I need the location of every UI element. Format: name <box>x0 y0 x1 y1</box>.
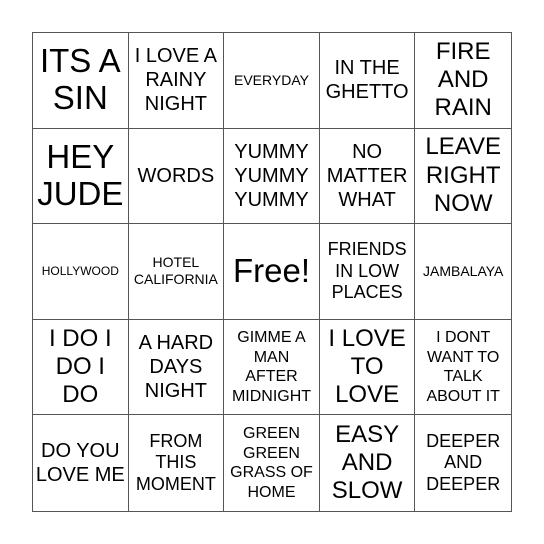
bingo-cell-label: GREEN GREEN GRASS OF HOME <box>230 425 313 501</box>
bingo-cell-label: FROM THIS MOMENT <box>135 430 216 494</box>
bingo-cell[interactable]: I LOVE TO LOVE <box>319 319 416 416</box>
bingo-cell-label: EASY AND SLOW <box>331 420 403 505</box>
bingo-cell[interactable]: IN THE GHETTO <box>319 33 416 129</box>
bingo-cell[interactable]: EASY AND SLOW <box>320 415 416 511</box>
bingo-cell[interactable]: LEAVE RIGHT NOW <box>415 129 511 225</box>
bingo-cell-label: NO MATTER WHAT <box>326 140 408 211</box>
bingo-cell[interactable]: FROM THIS MOMENT <box>129 415 225 511</box>
bingo-cell-label: A HARD DAYS NIGHT <box>138 332 214 403</box>
bingo-cell[interactable]: NO MATTER WHAT <box>319 128 416 225</box>
bingo-cell-label: I DO I DO I DO <box>48 324 112 409</box>
bingo-cell-label: I LOVE A RAINY NIGHT <box>134 45 218 116</box>
bingo-cell-label: EVERYDAY <box>234 71 309 88</box>
bingo-cell-label: HOLLYWOOD <box>41 263 119 278</box>
bingo-cell-label: HEY JUDE <box>37 137 124 212</box>
bingo-cell[interactable]: HEY JUDE <box>33 128 129 225</box>
bingo-cell-label: I DONT WANT TO TALK ABOUT IT <box>426 329 500 405</box>
bingo-cell[interactable]: FRIENDS IN LOW PLACES <box>319 224 416 320</box>
bingo-cell[interactable]: I LOVE A RAINY NIGHT <box>128 33 225 129</box>
bingo-cell-label: HOTEL CALIFORNIA <box>133 253 218 288</box>
bingo-cell[interactable]: ITS A SIN <box>33 33 129 129</box>
bingo-cell[interactable]: A HARD DAYS NIGHT <box>128 319 225 416</box>
bingo-cell-label: GIMME A MAN AFTER MIDNIGHT <box>231 329 312 405</box>
bingo-cell-label: JAMBALAYA <box>422 262 504 279</box>
bingo-cell-label: DEEPER AND DEEPER <box>426 430 501 494</box>
bingo-cell[interactable]: YUMMY YUMMY YUMMY <box>224 128 320 225</box>
bingo-cell[interactable]: DEEPER AND DEEPER <box>415 415 511 511</box>
bingo-cell[interactable]: EVERYDAY <box>224 33 320 129</box>
free-space-cell[interactable]: Free! <box>224 224 320 320</box>
bingo-cell[interactable]: JAMBALAYA <box>415 224 511 320</box>
bingo-cell[interactable]: HOTEL CALIFORNIA <box>128 224 225 320</box>
bingo-cell-label: ITS A SIN <box>39 42 121 117</box>
bingo-cell[interactable]: WORDS <box>128 128 225 225</box>
bingo-cell-label: WORDS <box>137 164 215 187</box>
bingo-cell[interactable]: DO YOU LOVE ME <box>33 415 129 511</box>
bingo-board: ITS A SIN I LOVE A RAINY NIGHT EVERYDAY IN … <box>32 32 512 512</box>
bingo-cell[interactable]: GIMME A MAN AFTER MIDNIGHT <box>224 319 320 416</box>
bingo-cell[interactable]: HOLLYWOOD <box>33 224 129 320</box>
bingo-cell[interactable]: I DO I DO I DO <box>33 319 129 416</box>
bingo-cell-label: Free! <box>232 252 310 290</box>
bingo-cell-label: FRIENDS IN LOW PLACES <box>327 239 407 303</box>
bingo-cell-label: LEAVE RIGHT NOW <box>425 133 501 218</box>
bingo-cell[interactable]: GREEN GREEN GRASS OF HOME <box>224 415 320 511</box>
bingo-cell-label: FIRE AND RAIN <box>434 37 492 122</box>
bingo-cell[interactable]: FIRE AND RAIN <box>415 33 511 129</box>
bingo-cell-label: IN THE GHETTO <box>325 57 409 104</box>
bingo-cell[interactable]: I DONT WANT TO TALK ABOUT IT <box>415 320 511 416</box>
bingo-cell-label: DO YOU LOVE ME <box>35 440 125 487</box>
bingo-cell-label: I LOVE TO LOVE <box>328 324 406 409</box>
bingo-cell-label: YUMMY YUMMY YUMMY <box>234 140 309 211</box>
